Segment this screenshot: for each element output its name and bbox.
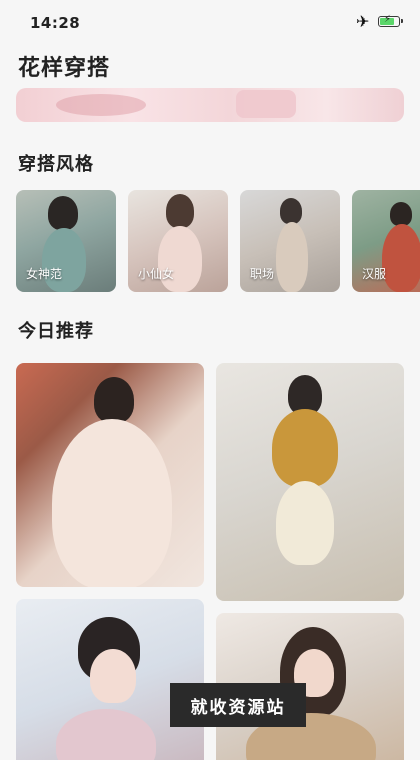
battery-charging-icon: ⚡: [378, 14, 403, 27]
recommend-card[interactable]: [16, 599, 204, 760]
status-bar: 14:28 ✈ ⚡: [0, 0, 420, 44]
style-card-label: 职场: [250, 267, 275, 281]
style-card-label: 小仙女: [138, 267, 175, 281]
style-card-hanfu[interactable]: 汉服: [352, 190, 420, 292]
section-title-recommend: 今日推荐: [18, 321, 94, 342]
recommend-card[interactable]: [16, 363, 204, 587]
airplane-icon: ✈: [356, 12, 370, 31]
status-time: 14:28: [30, 14, 81, 32]
style-card-label: 女神范: [26, 267, 63, 281]
page-title: 花样穿搭: [18, 56, 111, 81]
style-card-fairy[interactable]: 小仙女: [128, 190, 228, 292]
style-card-goddess[interactable]: 女神范: [16, 190, 116, 292]
section-title-styles: 穿搭风格: [18, 154, 94, 175]
style-category-list: 女神范 小仙女 职场 汉服: [16, 190, 420, 292]
style-card-workplace[interactable]: 职场: [240, 190, 340, 292]
style-card-label: 汉服: [362, 267, 387, 281]
watermark-overlay: 就收资源站: [170, 683, 306, 727]
banner-image[interactable]: [16, 88, 404, 122]
recommend-card[interactable]: [216, 363, 404, 601]
